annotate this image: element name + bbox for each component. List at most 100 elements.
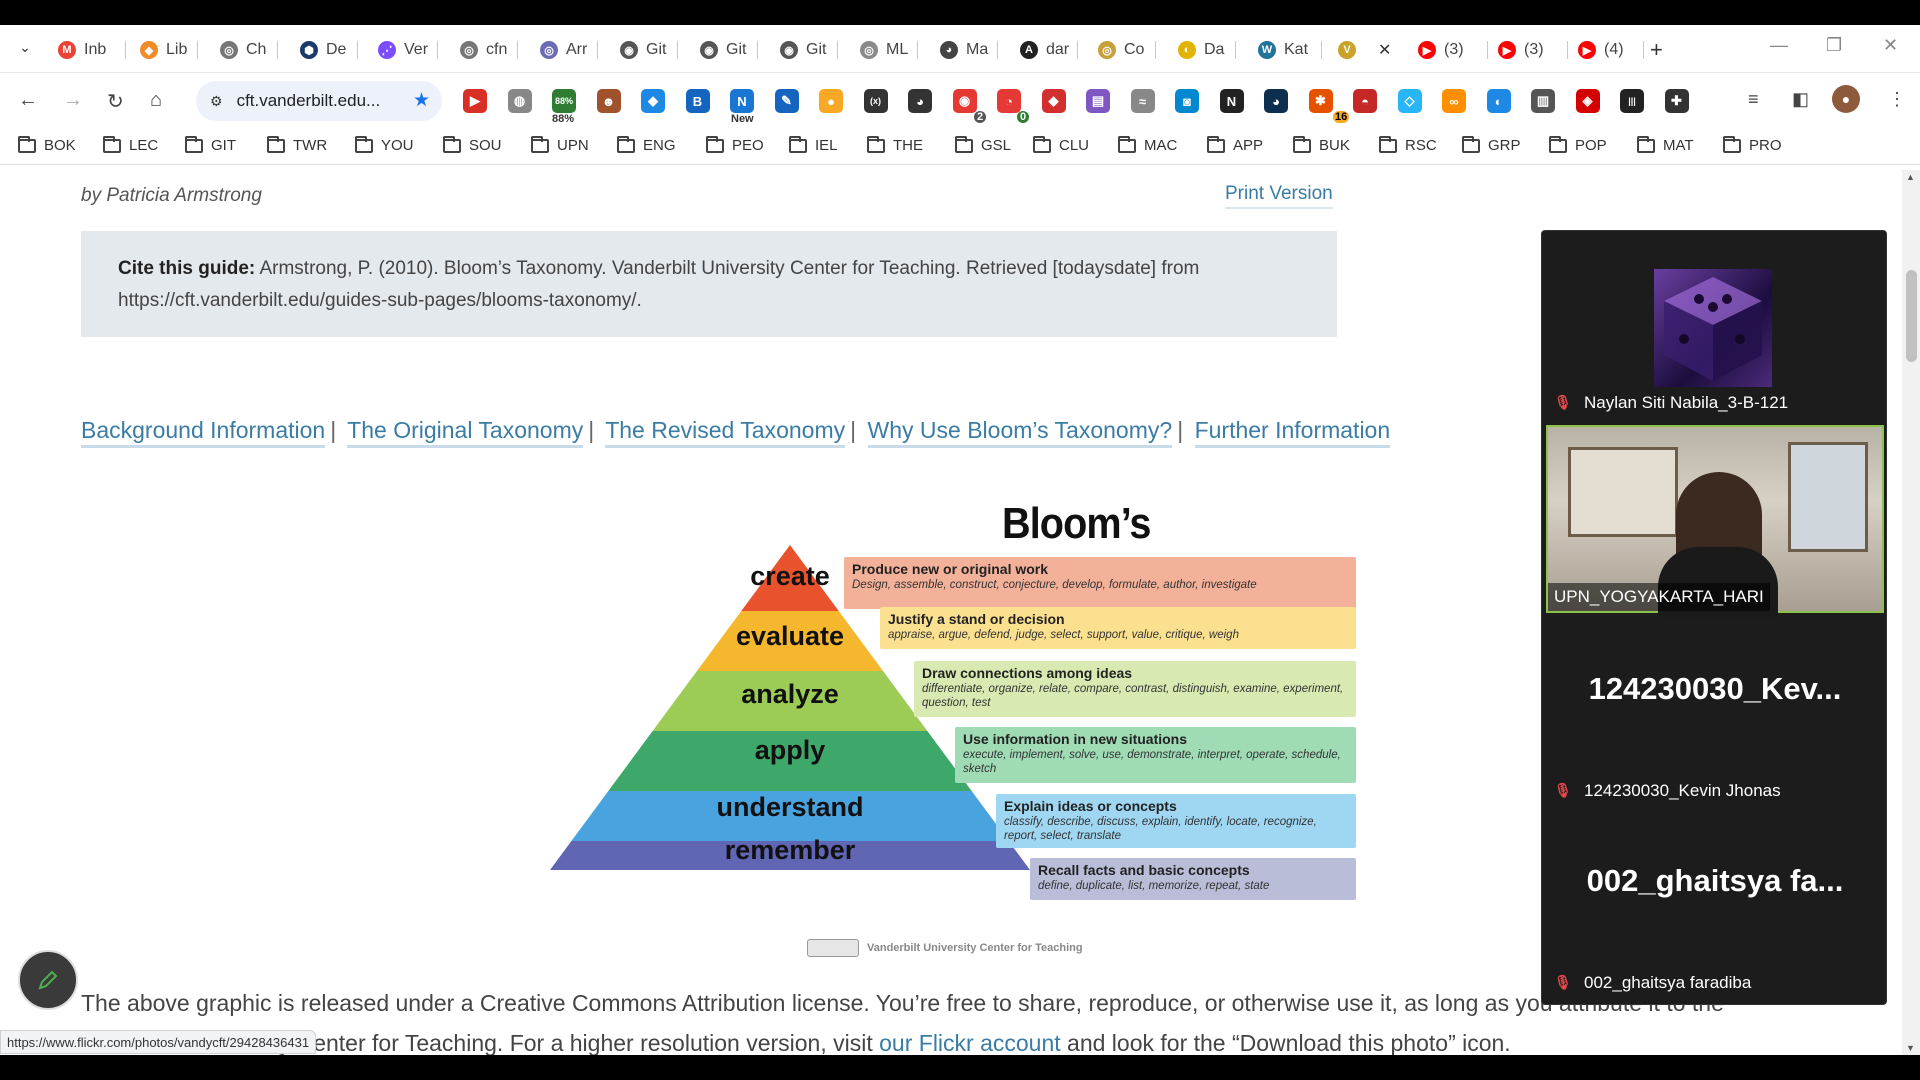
bookmark-folder[interactable]: PRO [1723, 135, 1782, 154]
browser-tab[interactable]: ▶ (3) [1418, 35, 1488, 65]
browser-tab[interactable]: Adar [1020, 35, 1078, 65]
extension-icon[interactable]: ▤ [1086, 89, 1110, 113]
extension-icon[interactable]: ◆ [1041, 89, 1066, 113]
profile-avatar[interactable]: ● [1832, 85, 1860, 113]
bookmark-folder[interactable]: SOU [443, 135, 502, 154]
extension-icon[interactable]: ∞ [1442, 89, 1466, 113]
browser-tab[interactable]: ⋰ Ver [378, 35, 438, 65]
edit-pencil-button[interactable] [18, 950, 78, 1010]
bookmark-folder[interactable]: APP [1207, 135, 1263, 154]
address-bar[interactable]: ⚙ cft.vanderbilt.edu... ★ [196, 81, 442, 121]
browser-tab[interactable]: ◎ Co [1098, 35, 1156, 65]
extension-icon[interactable]: ||| [1620, 89, 1644, 113]
minimize-icon[interactable]: — [1770, 35, 1788, 56]
anchor-original[interactable]: The Original Taxonomy [347, 417, 584, 448]
browser-tab[interactable]: ▶ (3) [1498, 35, 1568, 65]
bookmark-folder[interactable]: YOU [355, 135, 414, 154]
bookmark-folder[interactable]: GIT [185, 135, 236, 154]
participant-tile-1[interactable]: 🎙︎ Naylan Siti Nabila_3-B-121 [1542, 231, 1886, 421]
media-control-icon[interactable]: ≡ [1748, 89, 1759, 110]
site-info-icon[interactable]: ⚙ [210, 93, 223, 110]
extension-icon[interactable]: 88% [552, 89, 576, 113]
extension-icon[interactable]: B [685, 89, 710, 113]
print-version-link[interactable]: Print Version [1225, 183, 1333, 209]
forward-icon[interactable]: → [63, 89, 83, 112]
extension-icon[interactable]: ◓ [1353, 89, 1377, 113]
browser-tab[interactable]: M Inb [58, 35, 126, 65]
extension-icon[interactable]: ◍ [507, 89, 532, 113]
browser-tab[interactable]: ◉ Git [780, 35, 838, 65]
flickr-link[interactable]: our Flickr account [879, 1030, 1061, 1055]
browser-tab[interactable]: ⬢ De [300, 35, 358, 65]
browser-tab[interactable]: ◎ ML [860, 35, 918, 65]
bookmark-folder[interactable]: RSC [1379, 135, 1437, 154]
extension-icon[interactable]: (x) [863, 89, 888, 113]
close-window-icon[interactable]: ✕ [1883, 35, 1898, 56]
browser-tab[interactable]: ◐ Da [1178, 35, 1236, 65]
anchor-revised[interactable]: The Revised Taxonomy [605, 417, 846, 448]
anchor-why-use[interactable]: Why Use Bloom’s Taxonomy? [867, 417, 1173, 448]
extension-icon[interactable]: ◆ [641, 89, 665, 113]
extension-icon[interactable]: ◈ [1575, 89, 1600, 113]
browser-tab[interactable]: ◕ Ma [940, 35, 998, 65]
extension-icon[interactable]: ☻ [596, 89, 621, 113]
bookmark-folder[interactable]: BOK [18, 135, 76, 154]
bookmark-star-icon[interactable]: ★ [413, 89, 430, 112]
browser-tab[interactable]: ◉ Git [700, 35, 758, 65]
anchor-background[interactable]: Background Information [81, 417, 326, 448]
bookmark-folder[interactable]: TWR [267, 135, 327, 154]
extension-icon[interactable]: ✎ [774, 89, 799, 113]
bookmark-folder[interactable]: THE [867, 135, 923, 154]
scroll-up-icon[interactable]: ▲ [1906, 172, 1915, 182]
bookmark-folder[interactable]: GSL [955, 135, 1011, 154]
extension-icon[interactable]: N [1219, 89, 1244, 113]
home-icon[interactable]: ⌂ [150, 89, 162, 112]
menu-kebab-icon[interactable]: ⋮ [1888, 89, 1906, 110]
bookmark-folder[interactable]: MAT [1637, 135, 1694, 154]
bookmark-folder[interactable]: GRP [1462, 135, 1521, 154]
bookmark-folder[interactable]: CLU [1033, 135, 1089, 154]
browser-tab[interactable]: ◎ cfn [460, 35, 518, 65]
extension-icon[interactable]: ◕ [1264, 89, 1288, 113]
back-icon[interactable]: ← [18, 89, 38, 112]
extension-icon[interactable]: N [730, 89, 754, 113]
side-panel-icon[interactable]: ◧ [1792, 89, 1809, 110]
extension-icon[interactable]: ● [819, 89, 843, 113]
bookmark-folder[interactable]: BUK [1293, 135, 1350, 154]
extension-icon[interactable]: ▶ [463, 89, 487, 113]
extension-icon[interactable]: ◕ [908, 89, 932, 113]
bookmark-folder[interactable]: ENG [617, 135, 676, 154]
participant-tile-2[interactable]: UPN_YOGYAKARTA_HARI [1546, 425, 1884, 617]
browser-tab[interactable]: ◉ Git [620, 35, 678, 65]
extension-icon[interactable]: ◐ [1486, 89, 1511, 113]
extension-icon[interactable]: ◔ [997, 89, 1021, 113]
participant-tile-4[interactable]: 002_ghaitsya fa... 🎙︎ 002_ghaitsya farad… [1542, 811, 1886, 1001]
bookmark-folder[interactable]: UPN [531, 135, 589, 154]
restore-icon[interactable]: ❐ [1826, 35, 1842, 56]
browser-tab[interactable]: ▶ (4) [1578, 35, 1644, 65]
bookmark-folder[interactable]: POP [1549, 135, 1607, 154]
close-tab-icon[interactable]: ✕ [1378, 40, 1391, 60]
extension-icon[interactable]: ✚ [1664, 89, 1689, 113]
extension-icon[interactable]: ▥ [1531, 89, 1555, 113]
browser-tab[interactable]: W Kat [1258, 35, 1322, 65]
scroll-thumb[interactable] [1906, 270, 1917, 362]
browser-tab[interactable]: ◆ Lib [140, 35, 198, 65]
new-tab-button[interactable]: + [1650, 37, 1663, 63]
anchor-further[interactable]: Further Information [1194, 417, 1391, 448]
browser-tab[interactable]: ◎ Ch [220, 35, 278, 65]
extension-icon[interactable]: ◉ [952, 89, 977, 113]
participant-tile-3[interactable]: 124230030_Kev... 🎙︎ 124230030_Kevin Jhon… [1542, 619, 1886, 809]
extension-icon[interactable]: ✱ [1308, 89, 1333, 113]
browser-tab[interactable]: ◎ Arr [540, 35, 598, 65]
bookmark-folder[interactable]: MAC [1118, 135, 1177, 154]
extension-icon[interactable]: ◇ [1397, 89, 1422, 113]
bookmark-folder[interactable]: PEO [706, 135, 764, 154]
extension-icon[interactable]: ◙ [1175, 89, 1199, 113]
reload-icon[interactable]: ↻ [107, 89, 124, 114]
page-scrollbar[interactable]: ▲ ▼ [1902, 170, 1920, 1055]
tab-search-icon[interactable]: ⌄ [12, 39, 38, 61]
browser-tab[interactable]: V ✕ [1338, 35, 1394, 65]
extension-icon[interactable]: ≈ [1130, 89, 1155, 113]
scroll-down-icon[interactable]: ▼ [1906, 1043, 1915, 1053]
